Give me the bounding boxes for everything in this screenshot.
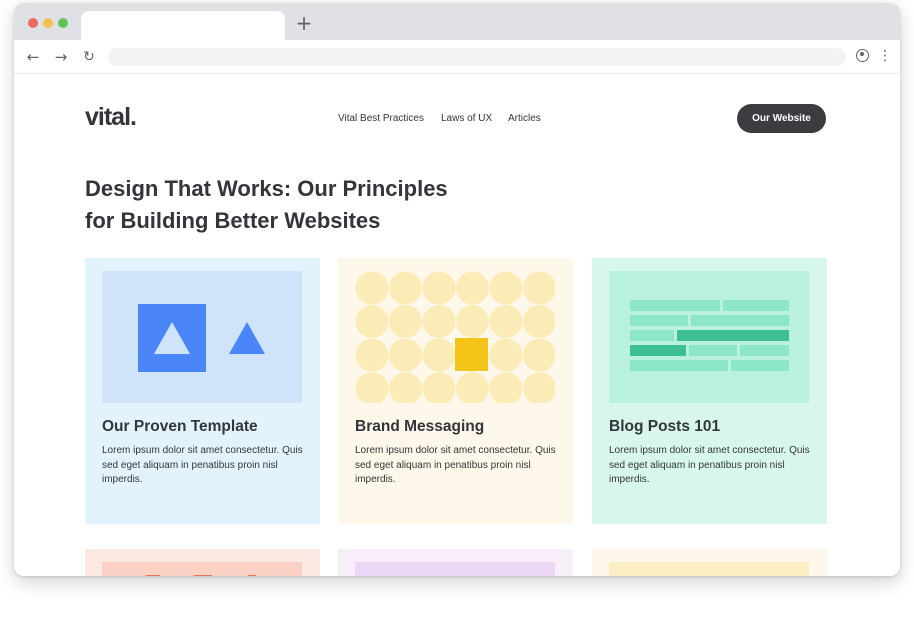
minimize-window-icon[interactable] xyxy=(43,18,53,28)
nav-link-articles[interactable]: Articles xyxy=(508,113,541,124)
illustration-stroke xyxy=(194,575,212,576)
nav-link-best-practices[interactable]: Vital Best Practices xyxy=(338,113,424,124)
card-title: Our Proven Template xyxy=(102,418,258,435)
circle-shape xyxy=(456,372,489,403)
address-bar[interactable] xyxy=(108,48,846,66)
our-website-button[interactable]: Our Website xyxy=(737,104,826,133)
circle-shape xyxy=(422,338,456,372)
circle-shape xyxy=(489,338,523,372)
browser-toolbar: ← → ↻ ⋮ xyxy=(14,40,900,74)
circle-shape xyxy=(389,305,422,338)
card-title: Blog Posts 101 xyxy=(609,418,721,435)
back-icon[interactable]: ← xyxy=(22,46,44,68)
template-illustration xyxy=(102,271,302,403)
card-peek-illustration xyxy=(102,562,302,576)
card-description: Lorem ipsum dolor sit amet consectetur. … xyxy=(102,445,303,485)
circle-shape xyxy=(389,271,422,305)
circle-shape xyxy=(523,271,555,305)
close-window-icon[interactable] xyxy=(28,18,38,28)
circle-shape xyxy=(355,338,389,372)
card-peek-illustration xyxy=(355,562,555,576)
messaging-illustration xyxy=(355,271,555,403)
browser-menu-icon[interactable]: ⋮ xyxy=(878,46,892,66)
card-peek-1[interactable] xyxy=(85,549,320,576)
new-tab-icon[interactable]: + xyxy=(294,13,314,33)
card-description: Lorem ipsum dolor sit amet consectetur. … xyxy=(609,445,810,485)
forward-icon[interactable]: → xyxy=(50,46,72,68)
card-title: Brand Messaging xyxy=(355,418,485,435)
profile-icon[interactable] xyxy=(856,49,869,62)
page-title-line-2: for Building Better Websites xyxy=(85,208,381,233)
nav-link-laws-of-ux[interactable]: Laws of UX xyxy=(441,113,492,124)
circle-shape xyxy=(422,372,456,403)
circle-shape xyxy=(422,305,456,338)
illustration-stroke xyxy=(146,575,160,576)
maximize-window-icon[interactable] xyxy=(58,18,68,28)
browser-titlebar: + xyxy=(14,3,900,40)
page-title-line-1: Design That Works: Our Principles xyxy=(85,176,448,201)
circle-shape xyxy=(523,338,555,372)
brick-wall-shape xyxy=(630,300,789,371)
circle-shape xyxy=(523,372,555,403)
card-peek-3[interactable] xyxy=(592,549,827,576)
reload-icon[interactable]: ↻ xyxy=(78,46,100,68)
circle-shape xyxy=(355,271,389,305)
circle-shape xyxy=(523,305,555,338)
blog-illustration xyxy=(609,271,809,403)
circle-shape xyxy=(355,305,389,338)
circle-shape xyxy=(389,338,422,372)
circle-shape xyxy=(355,372,389,403)
blue-triangle-shape xyxy=(229,322,265,354)
circle-shape xyxy=(489,372,523,403)
card-blog-posts[interactable]: Blog Posts 101 Lorem ipsum dolor sit ame… xyxy=(592,258,827,524)
card-peek-2[interactable] xyxy=(338,549,573,576)
card-proven-template[interactable]: Our Proven Template Lorem ipsum dolor si… xyxy=(85,258,320,524)
circle-shape xyxy=(489,271,523,305)
site-logo[interactable]: vital. xyxy=(85,103,137,132)
circle-shape xyxy=(422,271,456,305)
card-peek-illustration xyxy=(609,562,809,576)
yellow-square-shape xyxy=(455,338,488,371)
page-title: Design That Works: Our Principles for Bu… xyxy=(85,173,525,237)
card-description: Lorem ipsum dolor sit amet consectetur. … xyxy=(355,445,556,485)
page-viewport: vital. Vital Best Practices Laws of UX A… xyxy=(14,74,900,576)
illustration-stroke xyxy=(248,575,256,576)
circle-shape xyxy=(456,271,489,305)
circle-shape xyxy=(389,372,422,403)
circle-shape xyxy=(456,305,489,338)
browser-tab[interactable] xyxy=(81,11,285,40)
browser-window: + ← → ↻ ⋮ vital. Vital Best Practices La… xyxy=(14,3,900,576)
circle-shape xyxy=(489,305,523,338)
card-brand-messaging[interactable]: Brand Messaging Lorem ipsum dolor sit am… xyxy=(338,258,573,524)
